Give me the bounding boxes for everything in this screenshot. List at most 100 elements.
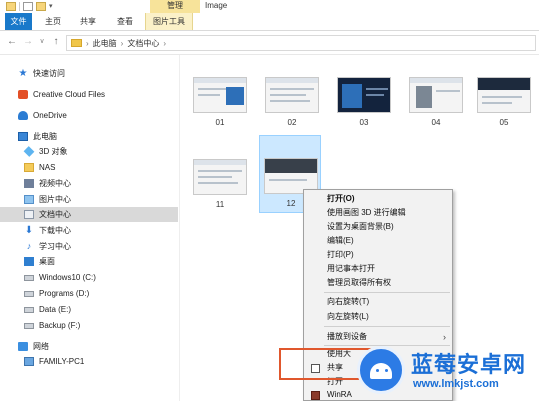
menu-item-take-ownership[interactable]: 管理员取得所有权 — [305, 277, 452, 289]
image-preview — [193, 159, 247, 195]
sidebar-item-network[interactable]: 网络 — [0, 339, 178, 354]
image-preview — [409, 77, 463, 113]
file-thumbnail[interactable]: 05 — [473, 73, 535, 133]
tab-picture-tools[interactable]: 图片工具 — [145, 13, 193, 30]
tab-view[interactable]: 查看 — [110, 13, 140, 30]
sidebar-item-label: Programs (D:) — [39, 289, 90, 298]
creative-cloud-icon — [18, 90, 28, 99]
up-arrow-icon[interactable]: ↑ — [50, 36, 62, 48]
image-preview — [337, 77, 391, 113]
menu-item-open[interactable]: 打开(O) — [305, 193, 452, 205]
file-thumbnail[interactable]: 04 — [405, 73, 467, 133]
back-arrow-icon[interactable]: ← — [6, 36, 18, 48]
sidebar-item-label: 快速访问 — [33, 69, 65, 78]
recent-locations-icon[interactable]: ∨ — [36, 36, 48, 48]
sidebar-item-nas[interactable]: NAS — [0, 160, 178, 175]
forward-arrow-icon[interactable]: → — [22, 36, 34, 48]
menu-item-set-wallpaper[interactable]: 设置为桌面背景(B) — [305, 221, 452, 233]
sidebar-item-label: 下载中心 — [39, 226, 71, 235]
sidebar-item-downloads[interactable]: ⬇ 下载中心 — [0, 223, 178, 238]
sidebar-item-label: 网络 — [33, 342, 49, 351]
this-pc-icon — [18, 132, 28, 141]
sidebar-item-label: 图片中心 — [39, 195, 71, 204]
menu-item-print[interactable]: 打印(P) — [305, 249, 452, 261]
file-name: 01 — [215, 118, 225, 127]
menu-item-rotate-left[interactable]: 向左旋转(L) — [305, 311, 452, 323]
drive-icon — [24, 290, 34, 297]
navigation-pane: ★ 快速访问 Creative Cloud Files OneDrive 此电脑… — [0, 55, 180, 401]
navigation-bar: ← → ∨ ↑ › 此电脑 › 文档中心 › — [0, 31, 539, 55]
file-name: 03 — [359, 118, 369, 127]
address-bar[interactable]: › 此电脑 › 文档中心 › — [66, 35, 536, 51]
sidebar-item-learning[interactable]: ♪ 学习中心 — [0, 239, 178, 254]
tab-share[interactable]: 共享 — [73, 13, 103, 30]
breadcrumb-separator-icon[interactable]: › — [86, 39, 89, 48]
sidebar-item-label: 视频中心 — [39, 179, 71, 188]
sidebar-item-label: Creative Cloud Files — [33, 90, 106, 99]
new-folder-icon[interactable] — [36, 1, 46, 11]
video-icon — [24, 179, 34, 188]
sidebar-item-drive-c[interactable]: Windows10 (C:) — [0, 270, 178, 285]
manage-tab[interactable]: 管理 — [150, 0, 200, 13]
sidebar-item-3d-objects[interactable]: 3D 对象 — [0, 144, 178, 159]
sidebar-item-drive-e[interactable]: Data (E:) — [0, 302, 178, 317]
sidebar-item-label: OneDrive — [33, 111, 67, 120]
sidebar-item-documents[interactable]: 文档中心 — [0, 207, 178, 222]
download-icon: ⬇ — [24, 225, 34, 236]
menu-item-edit-paint3d[interactable]: 使用画图 3D 进行编辑 — [305, 207, 452, 219]
sidebar-item-pictures[interactable]: 图片中心 — [0, 192, 178, 207]
sidebar-item-label: NAS — [39, 163, 56, 172]
window-title: Image — [205, 1, 228, 10]
sidebar-item-onedrive[interactable]: OneDrive — [0, 108, 178, 123]
menu-item-rotate-right[interactable]: 向右旋转(T) — [305, 296, 452, 308]
title-bar: ▾ 管理 Image — [0, 0, 539, 13]
menu-item-open-notepad[interactable]: 用记事本打开 — [305, 263, 452, 275]
file-name: 11 — [215, 200, 225, 209]
file-thumbnail[interactable]: 11 — [189, 155, 251, 215]
properties-icon[interactable] — [23, 1, 33, 11]
sidebar-item-this-pc[interactable]: 此电脑 — [0, 129, 178, 144]
menu-item-label: WinRA — [327, 390, 352, 399]
file-thumbnail[interactable]: 03 — [333, 73, 395, 133]
computer-icon — [24, 357, 34, 366]
sidebar-item-label: FAMILY-PC1 — [39, 357, 85, 366]
file-thumbnail[interactable]: 02 — [261, 73, 323, 133]
file-name: 02 — [287, 118, 297, 127]
sidebar-item-quick-access[interactable]: ★ 快速访问 — [0, 66, 178, 81]
file-name: 05 — [499, 118, 509, 127]
sidebar-item-videos[interactable]: 视频中心 — [0, 176, 178, 191]
menu-item-label: 播放到设备 — [327, 332, 367, 341]
drive-icon — [24, 306, 34, 313]
watermark: 蓝莓安卓网 www.lmkjst.com — [357, 342, 539, 401]
menu-item-edit[interactable]: 编辑(E) — [305, 235, 452, 247]
sidebar-item-drive-f[interactable]: Backup (F:) — [0, 318, 178, 333]
tab-file[interactable]: 文件 — [5, 13, 32, 30]
sidebar-item-creative-cloud[interactable]: Creative Cloud Files — [0, 87, 178, 102]
image-preview — [477, 77, 531, 113]
folder-icon — [71, 39, 82, 47]
breadcrumb-documents[interactable]: 文档中心 — [127, 38, 159, 49]
sidebar-item-label: 文档中心 — [39, 210, 71, 219]
sidebar-item-label: 3D 对象 — [39, 147, 68, 156]
chevron-down-icon[interactable]: ▾ — [49, 2, 53, 10]
file-thumbnail[interactable]: 01 — [189, 73, 251, 133]
breadcrumb-this-pc[interactable]: 此电脑 — [93, 38, 117, 49]
watermark-url: www.lmkjst.com — [413, 378, 499, 390]
star-icon: ★ — [18, 68, 28, 79]
image-preview — [265, 77, 319, 113]
sidebar-item-drive-d[interactable]: Programs (D:) — [0, 286, 178, 301]
breadcrumb-separator-icon[interactable]: › — [121, 39, 124, 48]
sidebar-item-label: 桌面 — [39, 257, 55, 266]
folder-icon[interactable] — [6, 1, 16, 11]
pictures-icon — [24, 195, 34, 204]
network-icon — [18, 342, 28, 351]
sidebar-item-family-pc1[interactable]: FAMILY-PC1 — [0, 354, 178, 369]
folder-icon — [24, 163, 34, 172]
drive-icon — [24, 322, 34, 329]
image-preview — [193, 77, 247, 113]
breadcrumb-separator-icon[interactable]: › — [163, 39, 166, 48]
tab-home[interactable]: 主页 — [38, 13, 68, 30]
divider — [19, 1, 20, 11]
sidebar-item-desktop[interactable]: 桌面 — [0, 254, 178, 269]
sidebar-item-label: Backup (F:) — [39, 321, 81, 330]
